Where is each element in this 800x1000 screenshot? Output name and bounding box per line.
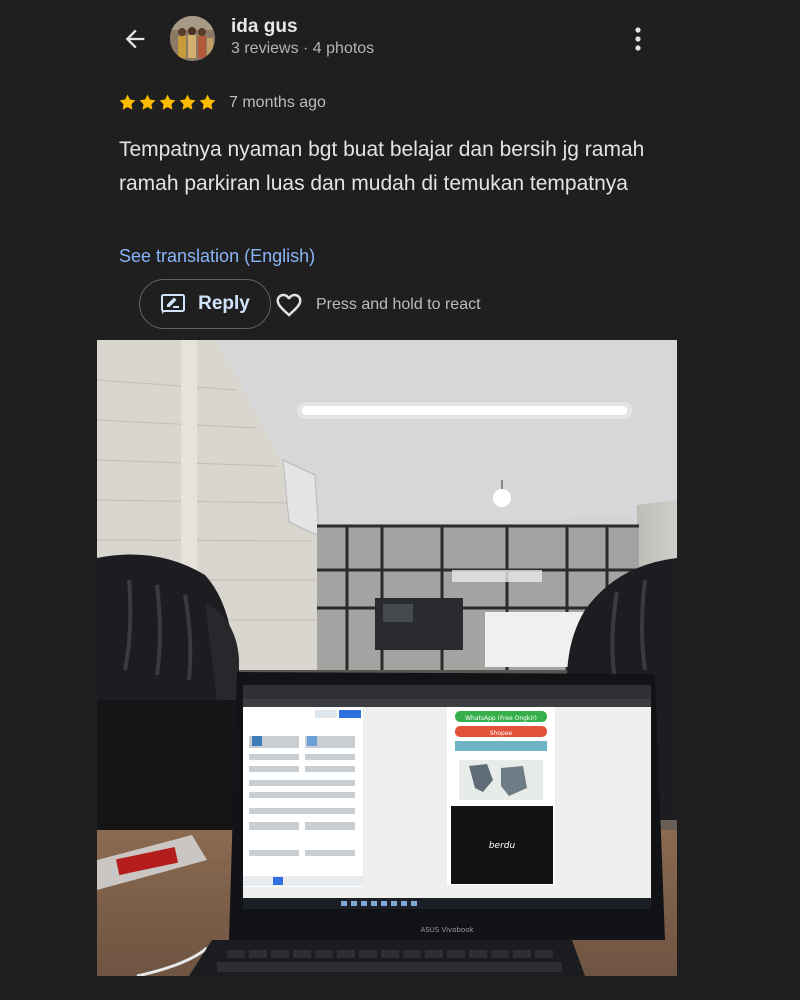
screen-brand-text: berdu [489, 841, 516, 851]
review-text: Tempatnya nyaman bgt buat belajar dan be… [119, 138, 645, 195]
user-name[interactable]: ida gus [231, 16, 298, 38]
star-icon [159, 94, 176, 110]
more-vertical-icon [635, 27, 641, 51]
star-icon [179, 94, 196, 110]
arrow-left-icon [125, 29, 145, 49]
react-heart-button[interactable] [274, 290, 304, 320]
laptop-brand-text: ASUS Vivobook [420, 926, 474, 934]
react-hint: Press and hold to react [316, 296, 481, 313]
back-button[interactable] [118, 22, 152, 56]
reply-button[interactable]: Reply [139, 279, 271, 329]
screen-shopee-button: Shopee [490, 730, 513, 737]
reply-icon [161, 294, 186, 314]
review-header: ida gus 3 reviews · 4 photos [0, 0, 800, 80]
screen-whatsapp-button: WhatsApp (Free Ongkir) [465, 715, 537, 722]
user-meta: 3 reviews · 4 photos [231, 40, 375, 57]
heart-icon [276, 293, 302, 317]
star-icon [139, 94, 156, 110]
star-icon [119, 94, 136, 110]
review-time: 7 months ago [229, 93, 326, 111]
avatar[interactable] [170, 16, 215, 61]
see-translation-link[interactable]: See translation (English) [119, 246, 315, 267]
review-photo[interactable]: WhatsApp (Free Ongkir) Shopee berdu ASUS… [97, 340, 677, 976]
more-options-button[interactable] [626, 24, 650, 54]
rating-row: 7 months ago [118, 93, 326, 112]
star-icon [199, 94, 216, 110]
star-rating [118, 93, 217, 112]
reply-label: Reply [198, 293, 250, 314]
